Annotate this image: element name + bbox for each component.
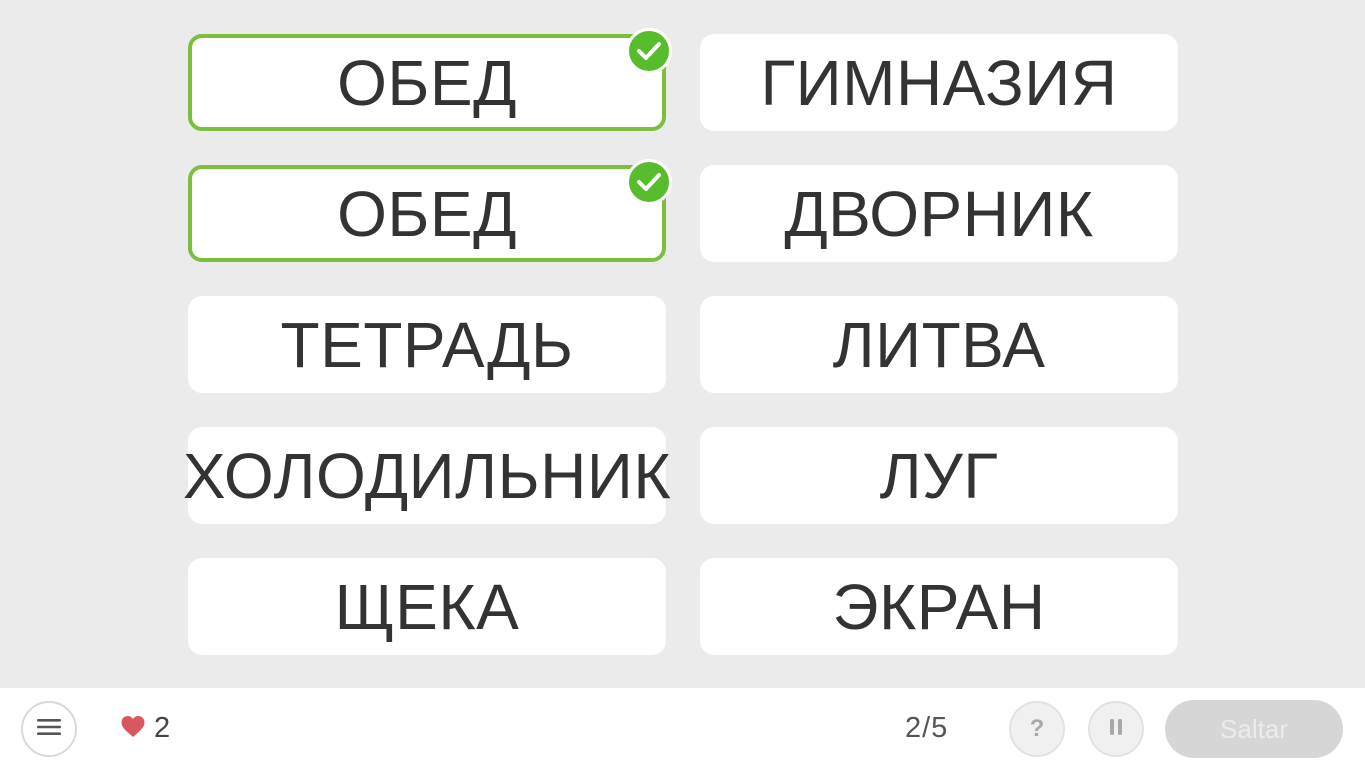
word-card-label: ЩЕКА xyxy=(334,570,520,643)
question-icon: ? xyxy=(1029,715,1045,742)
word-card-grid: ОБЕД ГИМНАЗИЯ ОБЕД ДВОРНИК ТЕТРАДЬ ЛИТВА… xyxy=(183,28,1178,655)
word-card-2[interactable]: ГИМНАЗИЯ xyxy=(700,34,1178,131)
progress-indicator: 2/5 xyxy=(905,712,949,744)
word-card-5[interactable]: ТЕТРАДЬ xyxy=(188,296,666,393)
word-card-label: ЭКРАН xyxy=(832,570,1046,643)
word-card-label: ХОЛОДИЛЬНИК xyxy=(182,439,672,512)
word-card-8[interactable]: ЛУГ xyxy=(700,427,1178,524)
word-card-3[interactable]: ОБЕД xyxy=(188,159,672,262)
menu-button[interactable] xyxy=(21,701,77,757)
checkmark-icon xyxy=(626,28,672,74)
pause-button[interactable] xyxy=(1088,701,1144,757)
lives-counter: 2 xyxy=(120,712,170,745)
word-card-label: ДВОРНИК xyxy=(784,177,1094,250)
skip-button[interactable]: Saltar xyxy=(1165,700,1343,758)
heart-icon xyxy=(120,715,146,743)
word-card-6[interactable]: ЛИТВА xyxy=(700,296,1178,393)
word-card-label: ГИМНАЗИЯ xyxy=(760,46,1118,119)
word-card-label: ТЕТРАДЬ xyxy=(280,308,574,381)
word-card-9[interactable]: ЩЕКА xyxy=(188,558,666,655)
word-card-label: ЛИТВА xyxy=(832,308,1046,381)
word-card-label: ОБЕД xyxy=(337,46,517,119)
word-card-10[interactable]: ЭКРАН xyxy=(700,558,1178,655)
word-card-4[interactable]: ДВОРНИК xyxy=(700,165,1178,262)
checkmark-icon xyxy=(626,159,672,205)
word-card-7[interactable]: ХОЛОДИЛЬНИК xyxy=(183,427,671,524)
word-card-1[interactable]: ОБЕД xyxy=(188,28,672,131)
word-card-label: ЛУГ xyxy=(879,439,999,512)
help-button[interactable]: ? xyxy=(1009,701,1065,757)
bottom-toolbar: 2 2/5 ? Saltar xyxy=(0,688,1365,768)
word-card-label: ОБЕД xyxy=(337,177,517,250)
lives-count: 2 xyxy=(154,712,171,744)
pause-icon xyxy=(1109,718,1123,741)
menu-icon xyxy=(37,718,61,741)
